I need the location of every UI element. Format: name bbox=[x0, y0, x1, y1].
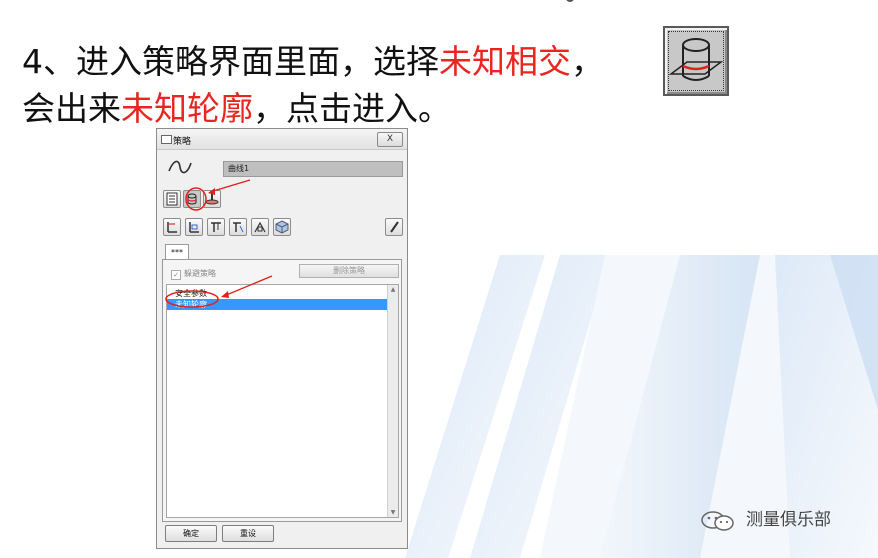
instruction-highlight-intersection: 未知相交 bbox=[439, 42, 571, 81]
instruction-line-1: 4、进入策略界面里面，选择未知相交， bbox=[22, 38, 604, 85]
tool-button-5[interactable] bbox=[251, 218, 269, 236]
tool-button-2[interactable] bbox=[185, 218, 203, 236]
clearance-icon bbox=[254, 221, 266, 233]
pencil-icon bbox=[390, 221, 399, 233]
scroll-up-icon[interactable]: ▲ bbox=[388, 285, 398, 294]
reset-button[interactable]: 重设 bbox=[222, 525, 274, 542]
retract-icon bbox=[211, 222, 221, 232]
tool-button-6[interactable] bbox=[273, 218, 291, 236]
move-point-icon bbox=[167, 222, 177, 233]
top-decor-mark bbox=[566, 0, 574, 2]
plane-probe-button[interactable] bbox=[203, 190, 221, 208]
list-item-safety-params[interactable]: 安全参数 bbox=[167, 288, 389, 299]
list-item-unknown-contour[interactable]: 未知轮廓 bbox=[167, 299, 389, 310]
instruction-text-part: 会出来 bbox=[22, 89, 121, 128]
wechat-icon bbox=[701, 511, 734, 531]
cylinder-intersect-icon bbox=[187, 193, 197, 205]
delete-strategy-button[interactable]: 删除策略 bbox=[299, 264, 399, 278]
unknown-intersection-icon bbox=[663, 26, 729, 96]
close-button[interactable]: X bbox=[377, 132, 403, 147]
bypass-strategy-checkbox[interactable]: ✓ 躲避策略 bbox=[171, 268, 216, 280]
tool-button-3[interactable] bbox=[207, 218, 225, 236]
unknown-intersection-button[interactable] bbox=[183, 190, 201, 208]
ok-button[interactable]: 确定 bbox=[165, 525, 217, 542]
instruction-highlight-contour: 未知轮廓 bbox=[121, 89, 253, 128]
list-icon bbox=[166, 192, 178, 206]
instruction-text-part: ，点击进入。 bbox=[253, 89, 451, 128]
curve-icon bbox=[168, 160, 192, 174]
instruction-text-part: ， bbox=[571, 42, 604, 81]
dialog-titlebar[interactable]: 策略 X bbox=[157, 129, 407, 150]
strategy-dialog: 策略 X 曲线1 *** ✓ 躲避策略 删除策略 安全参数 未知轮廓 ▲ ▼ 确… bbox=[156, 128, 408, 549]
instruction-text: 4、进入策略界面里面，选择未知相交， 会出来未知轮廓，点击进入。 bbox=[22, 38, 604, 132]
edit-button[interactable] bbox=[385, 218, 403, 236]
scroll-down-icon[interactable]: ▼ bbox=[388, 508, 398, 517]
move-plane-icon bbox=[189, 222, 199, 233]
dialog-window-icon bbox=[161, 135, 172, 144]
strategy-list[interactable]: 安全参数 未知轮廓 ▲ ▼ bbox=[166, 284, 399, 518]
list-scrollbar[interactable]: ▲ ▼ bbox=[387, 285, 398, 517]
bypass-strategy-label: 躲避策略 bbox=[184, 269, 216, 278]
check-icon: ✓ bbox=[171, 270, 181, 280]
instruction-line-2: 会出来未知轮廓，点击进入。 bbox=[22, 85, 604, 132]
tool-button-4[interactable] bbox=[229, 218, 247, 236]
strategy-panel: ✓ 躲避策略 删除策略 安全参数 未知轮廓 ▲ ▼ bbox=[162, 259, 402, 522]
approach-icon bbox=[233, 222, 244, 233]
dialog-title: 策略 bbox=[173, 137, 192, 147]
tool-button-1[interactable] bbox=[163, 218, 181, 236]
probe-plane-icon bbox=[205, 193, 219, 205]
instruction-text-part: 4、进入策略界面里面，选择 bbox=[22, 42, 439, 81]
watermark-text: 测量俱乐部 bbox=[746, 510, 831, 530]
curve-name-field[interactable]: 曲线1 bbox=[223, 161, 403, 177]
strategy-list-button[interactable] bbox=[163, 190, 181, 208]
cube-icon bbox=[275, 220, 289, 234]
